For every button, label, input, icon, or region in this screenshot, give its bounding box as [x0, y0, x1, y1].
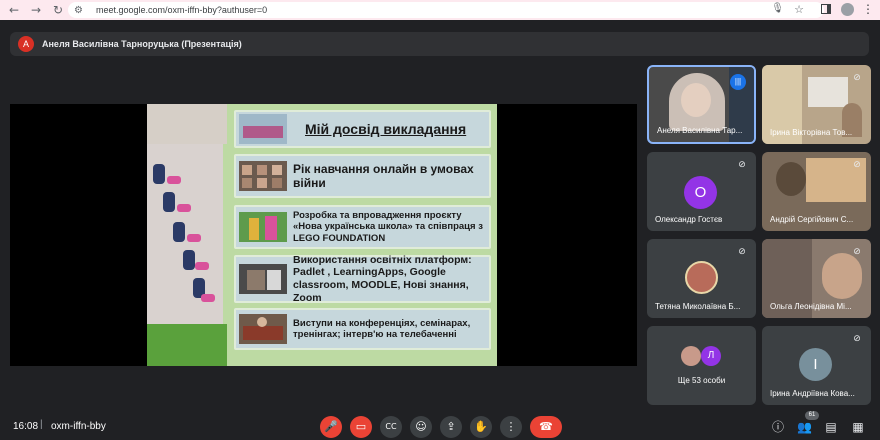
- participant-tile[interactable]: ⊘ Ірина Вікторівна Тов...: [762, 65, 871, 144]
- info-icon[interactable]: ⓘ: [771, 420, 785, 434]
- participant-tile[interactable]: І ⊘ Ірина Андріївна Кова...: [762, 326, 871, 405]
- participant-tile[interactable]: ||| Анеля Василівна Тар...: [647, 65, 756, 144]
- participant-photo: [681, 346, 701, 366]
- hang-up-icon[interactable]: ☎: [530, 416, 562, 438]
- participant-tile[interactable]: ⊘ Тетяна Миколаївна Б...: [647, 239, 756, 318]
- microphone-icon[interactable]: 🎙: [771, 3, 784, 14]
- participant-avatar: О: [684, 176, 717, 209]
- side-panel-icon[interactable]: [821, 4, 831, 14]
- slide-thumbnail: [239, 161, 287, 191]
- site-info-icon[interactable]: ⚙: [74, 5, 86, 16]
- speaking-indicator-icon: |||: [730, 74, 746, 90]
- participant-count-badge: 61: [805, 411, 819, 420]
- participant-name: Андрій Сергійович С...: [770, 215, 854, 224]
- browser-toolbar: ← → ↻ ⚙ meet.google.com/oxm-iffn-bby?aut…: [0, 0, 880, 20]
- participant-name: Ірина Андріївна Кова...: [770, 389, 855, 398]
- reload-icon[interactable]: ↻: [50, 2, 66, 18]
- slide-item-text: Виступи на конференціях, семінарах, трен…: [293, 317, 471, 340]
- present-icon[interactable]: ⇪: [440, 416, 462, 438]
- slide-item: Рік навчання онлайн в умовах війни: [234, 154, 491, 198]
- participant-name: Олександр Гостєв: [655, 215, 723, 224]
- participant-photo: [685, 261, 718, 294]
- presentation-title: Анеля Василівна Тарноруцька (Презентація…: [42, 39, 242, 49]
- mic-off-icon: ⊘: [853, 334, 861, 344]
- mic-off-icon[interactable]: 🎤: [320, 416, 342, 438]
- participant-name: Тетяна Миколаївна Б...: [655, 302, 741, 311]
- mic-off-icon: ⊘: [738, 247, 746, 257]
- participant-tile[interactable]: ⊘ Андрій Сергійович С...: [762, 152, 871, 231]
- participant-avatar: І: [799, 348, 832, 381]
- slide-thumbnail: [239, 264, 287, 294]
- participant-name: Анеля Василівна Тар...: [657, 126, 743, 135]
- slide-heading: Мій досвід викладання: [305, 120, 467, 137]
- slide-item-text: Розробка та впровадження проєкту «Нова у…: [293, 209, 483, 244]
- back-icon[interactable]: ←: [6, 2, 22, 18]
- participant-name: Ірина Вікторівна Тов...: [770, 128, 853, 137]
- slide-thumbnail: [239, 314, 287, 344]
- mic-off-icon: ⊘: [853, 247, 861, 257]
- forward-icon[interactable]: →: [28, 2, 44, 18]
- people-icon[interactable]: 👥: [797, 420, 812, 434]
- mic-off-icon: ⊘: [853, 160, 861, 170]
- slide-item-text: Використання освітніх платформ: Padlet ,…: [293, 253, 472, 304]
- presentation-banner: A Анеля Василівна Тарноруцька (Презентац…: [10, 32, 869, 56]
- participant-tile[interactable]: ⊘ Ольга Леонідівна Мі...: [762, 239, 871, 318]
- chat-icon[interactable]: ▤: [824, 420, 838, 434]
- camera-off-icon[interactable]: ▭: [350, 416, 372, 438]
- url-text[interactable]: meet.google.com/oxm-iffn-bby?authuser=0: [96, 5, 267, 15]
- raise-hand-icon[interactable]: ✋: [470, 416, 492, 438]
- slide-photo-grass: [147, 324, 227, 366]
- address-bar[interactable]: ⚙ meet.google.com/oxm-iffn-bby?authuser=…: [68, 2, 824, 18]
- meeting-code: oxm-iffn-bby: [51, 421, 106, 432]
- slide-photo-children: [147, 144, 223, 324]
- separator: |: [40, 419, 43, 430]
- participant-tile[interactable]: О ⊘ Олександр Гостєв: [647, 152, 756, 231]
- bookmark-star-icon[interactable]: ☆: [794, 3, 804, 16]
- slide-thumbnail: [239, 114, 287, 144]
- mic-off-icon: ⊘: [738, 160, 746, 170]
- slide-item: Розробка та впровадження проєкту «Нова у…: [234, 205, 491, 249]
- slide-photo-wall: [147, 104, 227, 144]
- mic-off-icon: ⊘: [853, 73, 861, 83]
- profile-avatar[interactable]: [841, 3, 854, 16]
- others-tile[interactable]: Л Ще 53 особи: [647, 326, 756, 405]
- browser-menu-icon[interactable]: ⋮: [862, 2, 874, 16]
- presenter-avatar: A: [18, 36, 34, 52]
- captions-icon[interactable]: CC: [380, 416, 402, 438]
- emoji-icon[interactable]: ☺: [410, 416, 432, 438]
- participant-name: Ольга Леонідівна Мі...: [770, 302, 852, 311]
- slide-item-text: Рік навчання онлайн в умовах війни: [293, 161, 474, 190]
- slide-thumbnail: [239, 212, 287, 242]
- slide-heading-row: Мій досвід викладання: [234, 110, 491, 148]
- participant-avatar: Л: [701, 346, 721, 366]
- presentation-slide: Мій досвід викладання Рік навчання онлай…: [147, 104, 497, 366]
- slide-item: Використання освітніх платформ: Padlet ,…: [234, 253, 491, 304]
- activities-icon[interactable]: ▦: [851, 420, 865, 434]
- more-participants-label: Ще 53 особи: [677, 376, 726, 385]
- clock: 16:08: [13, 421, 39, 432]
- more-icon[interactable]: ⋮: [500, 416, 522, 438]
- slide-item: Виступи на конференціях, семінарах, трен…: [234, 308, 491, 350]
